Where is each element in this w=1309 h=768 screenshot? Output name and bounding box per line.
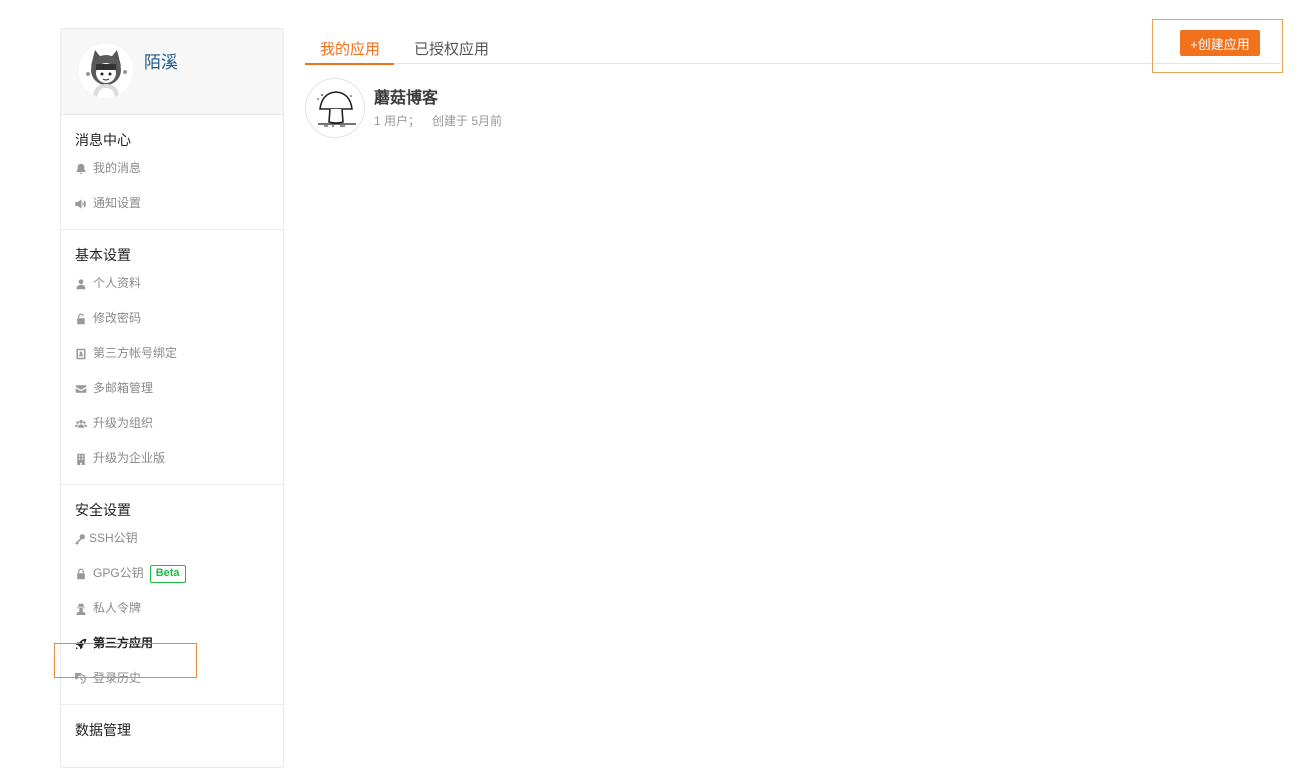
avatar-image xyxy=(79,44,133,98)
settings-sidebar: 陌溪 消息中心 我的消息 通知设置 基本设置 个人资料 修改密码 第三方帐号绑定 xyxy=(60,28,284,768)
section-title: 数据管理 xyxy=(75,722,131,738)
app-logo xyxy=(305,78,365,138)
sidebar-item-label: 第三方帐号绑定 xyxy=(93,346,178,360)
lock-icon xyxy=(74,567,88,581)
key-icon xyxy=(73,532,87,546)
beta-badge: Beta xyxy=(149,564,186,583)
sidebar-item-change-password[interactable]: 修改密码 xyxy=(61,301,283,336)
app-user-count: 1 用户； xyxy=(374,114,421,128)
sidebar-item-third-party-binding[interactable]: 第三方帐号绑定 xyxy=(61,336,283,371)
sidebar-item-label: 修改密码 xyxy=(93,311,142,325)
sidebar-item-gpg-keys[interactable]: GPG公钥 Beta xyxy=(61,556,283,591)
sidebar-item-login-history[interactable]: 登录历史 xyxy=(61,661,283,696)
sidebar-item-profile[interactable]: 个人资料 xyxy=(61,266,283,301)
tab-authorized-apps[interactable]: 已授权应用 xyxy=(414,38,489,63)
section-title: 安全设置 xyxy=(75,502,131,518)
volume-icon xyxy=(74,197,88,211)
create-app-button[interactable]: +创建应用 xyxy=(1180,30,1260,56)
sidebar-item-label: 多邮箱管理 xyxy=(93,381,154,395)
history-icon xyxy=(74,672,88,686)
tab-my-apps[interactable]: 我的应用 xyxy=(304,38,395,65)
bell-icon xyxy=(74,162,88,176)
section-security-settings: 安全设置 SSH公钥 GPG公钥 Beta 私人令牌 第三方应用 登录历史 xyxy=(61,485,283,705)
section-title: 基本设置 xyxy=(75,247,131,263)
users-icon xyxy=(74,417,88,431)
sidebar-item-notification-settings[interactable]: 通知设置 xyxy=(61,186,283,221)
sidebar-item-label: 升级为企业版 xyxy=(93,451,166,465)
sidebar-item-label: 升级为组织 xyxy=(93,416,154,430)
profile-card: 陌溪 xyxy=(61,29,283,115)
list-item[interactable]: 蘑菇博客 1 用户； 创建于 5月前 xyxy=(305,78,905,138)
section-basic-settings: 基本设置 个人资料 修改密码 第三方帐号绑定 多邮箱管理 升级为组织 升级为企业… xyxy=(61,230,283,485)
sidebar-item-label: 登录历史 xyxy=(93,671,142,685)
app-name[interactable]: 蘑菇博客 xyxy=(374,84,438,108)
app-tabs: 我的应用 已授权应用 xyxy=(304,28,1280,65)
sidebar-item-label: 私人令牌 xyxy=(93,601,142,615)
building-icon xyxy=(74,452,88,466)
user-secret-icon xyxy=(74,602,88,616)
sidebar-item-my-messages[interactable]: 我的消息 xyxy=(61,151,283,186)
sidebar-item-label: 我的消息 xyxy=(93,161,142,175)
sidebar-item-label: 通知设置 xyxy=(93,196,142,210)
section-data-management: 数据管理 xyxy=(61,705,283,749)
section-title: 消息中心 xyxy=(75,132,131,148)
mushroom-icon xyxy=(317,91,356,127)
app-created-time: 创建于 5月前 xyxy=(432,114,503,128)
user-icon xyxy=(74,277,88,291)
mail-icon xyxy=(74,382,88,396)
section-message-center: 消息中心 我的消息 通知设置 xyxy=(61,115,283,230)
avatar[interactable] xyxy=(79,44,133,98)
sidebar-item-ssh-keys[interactable]: SSH公钥 xyxy=(61,521,283,556)
sidebar-item-personal-tokens[interactable]: 私人令牌 xyxy=(61,591,283,626)
sidebar-item-email-management[interactable]: 多邮箱管理 xyxy=(61,371,283,406)
app-meta: 1 用户； 创建于 5月前 xyxy=(374,112,502,129)
sidebar-item-label: SSH公钥 xyxy=(89,531,138,545)
unlock-icon xyxy=(74,312,88,326)
sidebar-item-label: 个人资料 xyxy=(93,276,142,290)
sidebar-item-label: GPG公钥 xyxy=(93,566,144,580)
sidebar-item-upgrade-organization[interactable]: 升级为组织 xyxy=(61,406,283,441)
sidebar-item-label: 第三方应用 xyxy=(93,636,154,650)
id-card-icon xyxy=(74,347,88,361)
sidebar-item-third-party-apps[interactable]: 第三方应用 xyxy=(61,626,283,661)
username[interactable]: 陌溪 xyxy=(144,48,178,73)
sidebar-item-upgrade-enterprise[interactable]: 升级为企业版 xyxy=(61,441,283,476)
rocket-icon xyxy=(74,637,88,651)
